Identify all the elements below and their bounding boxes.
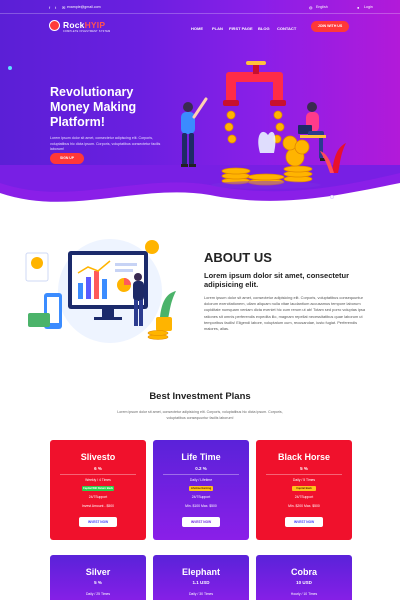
signup-button[interactable]: SIGN UP	[50, 153, 84, 164]
login-link[interactable]: Login	[364, 5, 373, 10]
plan-rate: 5 %	[94, 580, 102, 585]
brand-tagline: COMPLETE INVESTMENT SYSTEM	[63, 30, 111, 33]
hero-text: Lorem ipsum dolor sit amet, consectetur …	[50, 136, 161, 151]
logo-mark-icon	[49, 20, 60, 31]
plan-rate: 0.2 %	[195, 466, 207, 471]
plan-term: Daily / Lifetime	[189, 478, 213, 482]
plan-support: 24/7Support	[191, 495, 211, 499]
divider	[60, 474, 136, 475]
plan-support: 24/7Support	[294, 495, 314, 499]
plan-term: Daily / 25 Times	[85, 592, 111, 596]
top-bar: f t ✉ example@gmail.com ◍ English ● Logi…	[0, 0, 400, 14]
about-text: Lorem ipsum dolor sit amet, consectetur …	[204, 295, 366, 332]
plan-support: 24/7Support	[88, 495, 108, 499]
join-button[interactable]: JOIN WITH US	[311, 21, 349, 32]
plan-card-elephant: Elephant 1.1 USD Daily / 30 Times	[153, 555, 249, 600]
about-illustration	[25, 239, 176, 343]
page: f t ✉ example@gmail.com ◍ English ● Logi…	[0, 0, 400, 600]
plan-card-cobra: Cobra 10 USD Hourly / 10 Times	[256, 555, 352, 600]
plans-title: Best Investment Plans	[149, 391, 251, 402]
decor-dot	[330, 195, 334, 199]
plan-term: Hourly / 10 Times	[290, 592, 318, 596]
plan-term: Daily / 5 Times	[292, 478, 316, 482]
plan-name: Silver	[85, 567, 111, 577]
plan-name: Black Horse	[277, 452, 331, 462]
brand-logo[interactable]: RockHYIP COMPLETE INVESTMENT SYSTEM	[49, 20, 119, 34]
plan-amount: Min. $200 Max. $500	[288, 504, 320, 508]
plan-amount: Min. $100 Max. $500	[185, 504, 217, 508]
plan-term: Daily / 30 Times	[188, 592, 214, 596]
plan-badge: Capital Back	[292, 486, 316, 491]
nav-contact[interactable]: CONTACT	[277, 26, 296, 31]
plan-badge: Capital Will Return Back	[82, 486, 114, 491]
invest-now-button[interactable]: INVEST NOW	[79, 517, 117, 527]
invest-now-button[interactable]: INVEST NOW	[285, 517, 323, 527]
plan-name: Elephant	[181, 567, 220, 577]
plan-term: Weekly / 4 Times	[85, 478, 111, 482]
plan-name: Life Time	[181, 452, 221, 462]
twitter-icon[interactable]: t	[55, 5, 60, 10]
topbar-divider	[0, 13, 400, 14]
decor-dot	[8, 66, 12, 70]
divider	[266, 474, 342, 475]
plan-rate: 5 %	[300, 466, 308, 471]
about-subtitle: Lorem ipsum dolor sit amet, consectetur …	[204, 271, 350, 289]
plan-card-life-time: Life Time 0.2 % Daily / Lifetime Lifetim…	[153, 440, 249, 540]
invest-now-button[interactable]: INVEST NOW	[182, 517, 220, 527]
plan-card-silver: Silver 5 % Daily / 25 Times	[50, 555, 146, 600]
hero-illustration	[181, 61, 346, 189]
facebook-icon[interactable]: f	[49, 5, 54, 10]
mail-icon: ✉	[62, 5, 66, 10]
contact-email[interactable]: example@gmail.com	[67, 5, 101, 10]
plan-card-black-horse: Black Horse 5 % Daily / 5 Times Capital …	[256, 440, 352, 540]
globe-icon: ◍	[309, 5, 313, 10]
plan-card-slivesto: Slivesto 6 % Weekly / 4 Times Capital Wi…	[50, 440, 146, 540]
plan-rate: 1.1 USD	[192, 580, 210, 585]
plan-amount: Invest Amount - $500	[81, 504, 115, 508]
plan-rate: 10 USD	[296, 580, 312, 585]
brand-name: RockHYIP	[63, 20, 106, 30]
user-icon: ●	[357, 5, 360, 10]
about-title: ABOUT US	[204, 250, 272, 265]
divider	[163, 474, 239, 475]
language-select[interactable]: English	[316, 5, 328, 10]
plan-rate: 6 %	[94, 466, 102, 471]
nav-first-page[interactable]: FIRST PAGE	[229, 26, 253, 31]
plan-badge: Lifetime Earning	[189, 486, 213, 491]
hero-title: Revolutionary Money Making Platform!	[50, 85, 137, 129]
plan-name: Cobra	[290, 567, 317, 577]
nav-blog[interactable]: BLOG	[258, 26, 270, 31]
nav-home[interactable]: HOME	[191, 26, 203, 31]
plans-text: Lorem ipsum dolor sit amet, consectetur …	[117, 410, 283, 420]
nav-plan[interactable]: PLAN	[212, 26, 223, 31]
plan-name: Slivesto	[80, 452, 116, 462]
